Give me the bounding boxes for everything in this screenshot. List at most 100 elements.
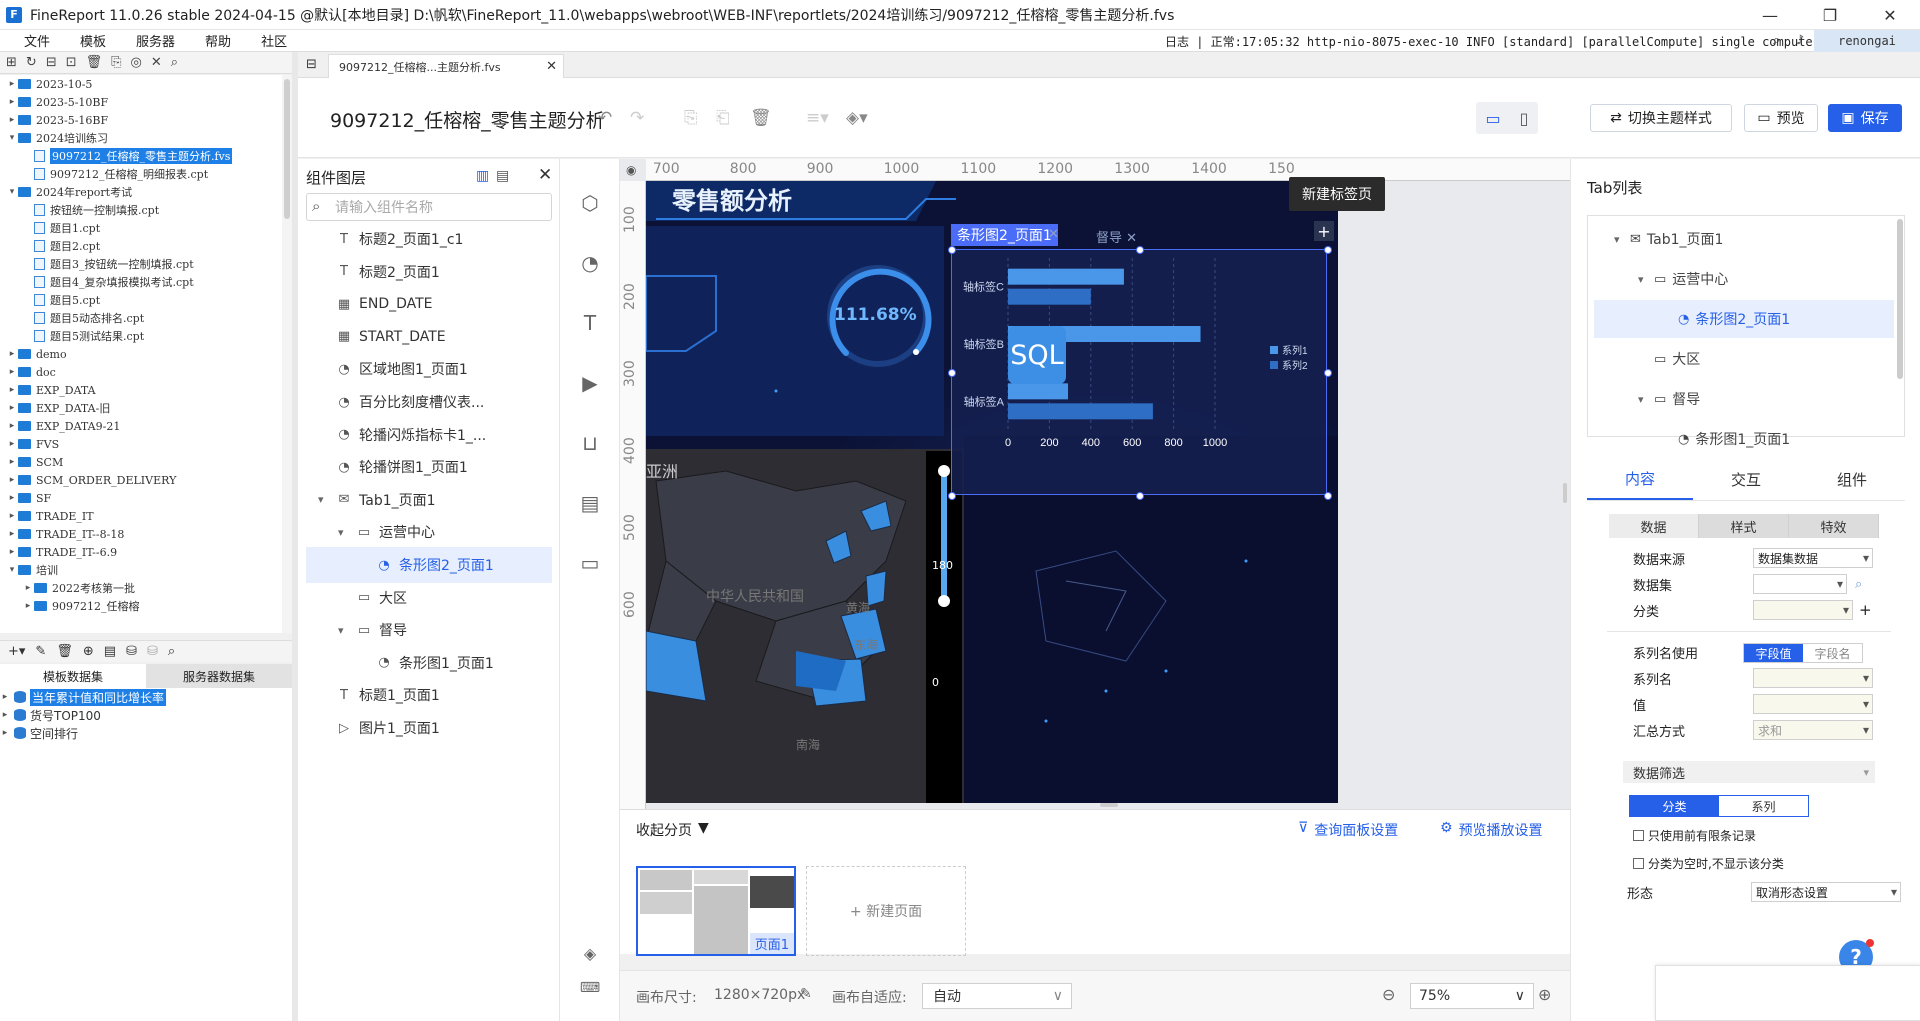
maximize-icon[interactable]: ❐ bbox=[1800, 0, 1860, 30]
preview-button[interactable]: ▭ 预览 bbox=[1744, 104, 1818, 132]
resize-handle[interactable] bbox=[1324, 492, 1332, 500]
tree-expander-icon[interactable]: ▸ bbox=[6, 529, 18, 539]
dashboard-canvas[interactable]: 零售额分析 111.68% 亚洲 中华人民共和国 黄海 东海 南海 180 0 … bbox=[646, 181, 1338, 803]
collapse-icon[interactable]: ✕ bbox=[151, 55, 162, 70]
delete-icon[interactable]: 🗑 bbox=[750, 108, 772, 128]
zoom-out-icon[interactable]: ⊖ bbox=[1382, 985, 1395, 1004]
tab-close-icon[interactable]: ✕ bbox=[1048, 227, 1059, 242]
tree-expander-icon[interactable]: ▸ bbox=[6, 439, 18, 449]
layer-item[interactable]: ◔ 轮播饼图1_页面1 bbox=[306, 449, 552, 485]
resize-handle[interactable] bbox=[1324, 369, 1332, 377]
tab-interaction[interactable]: 交互 bbox=[1693, 459, 1799, 500]
mobile-view-icon[interactable]: ▯ bbox=[1520, 109, 1529, 128]
keyboard-icon[interactable]: ⌨ bbox=[576, 974, 604, 1002]
switch-theme-button[interactable]: ⇄ 切换主题样式 bbox=[1590, 104, 1732, 132]
tree-scrollbar[interactable] bbox=[282, 75, 292, 633]
subtab-effect[interactable]: 特效 bbox=[1789, 514, 1879, 538]
layer-item[interactable]: ◔ 条形图1_页面1 bbox=[306, 645, 552, 681]
desktop-view-icon[interactable]: ▭ bbox=[1486, 109, 1501, 128]
bell-icon[interactable]: ♪ bbox=[1796, 33, 1804, 48]
layer-item[interactable]: T 标题2_页面1_c1 bbox=[306, 221, 552, 257]
cube-icon[interactable]: ⬡ bbox=[576, 189, 604, 217]
tab-tree-item[interactable]: ▾ ▭ 督导 bbox=[1594, 380, 1894, 418]
database-icon[interactable]: ⛁ bbox=[126, 644, 137, 659]
bar[interactable] bbox=[1008, 268, 1124, 285]
tree-expander-icon[interactable]: ▸ bbox=[0, 710, 10, 720]
align-icon[interactable]: ≡▾ bbox=[806, 108, 829, 128]
layer-order-icon[interactable]: ◈▾ bbox=[846, 108, 868, 128]
bar[interactable] bbox=[1008, 288, 1091, 305]
new-folder-icon[interactable]: ⊞ bbox=[6, 55, 17, 70]
resize-handle[interactable] bbox=[948, 492, 956, 500]
tab-tree-item[interactable]: ▾ ▭ 运营中心 bbox=[1594, 260, 1894, 298]
close-icon[interactable]: ✕ bbox=[1860, 0, 1920, 30]
menu-help[interactable]: 帮助 bbox=[190, 31, 246, 50]
page-thumbnail[interactable]: 页面1 bbox=[636, 866, 796, 956]
database-gray-icon[interactable]: ⛁ bbox=[147, 644, 158, 659]
tree-expander-icon[interactable]: ▸ bbox=[6, 457, 18, 467]
filter-series-option[interactable]: 系列 bbox=[1719, 796, 1808, 816]
subtab-data[interactable]: 数据 bbox=[1609, 514, 1699, 538]
log-status[interactable]: 日志 | 正常:17:05:32 http-nio-8075-exec-10 I… bbox=[1165, 30, 1878, 52]
tree-item[interactable]: 题目3_按钮统一控制填报.cpt bbox=[0, 255, 282, 273]
tab-tree-item[interactable]: ▾ ✉ Tab1_页面1 bbox=[1594, 220, 1894, 258]
series-name-select[interactable] bbox=[1753, 668, 1873, 688]
tree-item[interactable]: 题目2.cpt bbox=[0, 237, 282, 255]
tree-expander-icon[interactable]: ▸ bbox=[6, 385, 18, 395]
save-button[interactable]: ▣ 保存 bbox=[1828, 104, 1902, 132]
dataset-select[interactable] bbox=[1753, 574, 1847, 594]
tree-item[interactable]: ▸ FVS bbox=[0, 435, 282, 453]
preview-data-icon[interactable]: ⊕ bbox=[83, 644, 94, 659]
tree-item[interactable]: ▸ 9097212_任榕榕 bbox=[0, 597, 282, 615]
zoom-select[interactable]: 75% ∨ bbox=[1410, 983, 1534, 1009]
tab-list-icon[interactable]: ⊟ bbox=[306, 57, 317, 72]
undo-icon[interactable]: ↶ bbox=[598, 108, 612, 128]
locate-icon[interactable]: ⊡ bbox=[66, 55, 77, 70]
text-icon[interactable]: T bbox=[576, 309, 604, 337]
tree-item[interactable]: ▸ EXP_DATA9-21 bbox=[0, 417, 282, 435]
shape-select[interactable]: 取消形态设置 bbox=[1751, 882, 1901, 902]
tree-item[interactable]: ▸ TRADE_IT--8-18 bbox=[0, 525, 282, 543]
tree-expander-icon[interactable]: ▾ bbox=[6, 133, 18, 143]
tab-inactive-label[interactable]: 督导 ✕ bbox=[1096, 227, 1137, 246]
redo-icon[interactable]: ↷ bbox=[630, 108, 644, 128]
layer-item[interactable]: ▷ 图片1_页面1 bbox=[306, 710, 552, 746]
close-tab-icon[interactable]: ✕ bbox=[546, 59, 557, 74]
aggregate-select[interactable]: 求和 bbox=[1753, 720, 1873, 740]
chart-icon[interactable]: ◔ bbox=[576, 249, 604, 277]
eye-icon[interactable]: ◉ bbox=[626, 163, 636, 177]
menu-file[interactable]: 文件 bbox=[0, 31, 65, 50]
layer-view-alt-icon[interactable]: ▤ bbox=[496, 168, 509, 184]
user-badge[interactable]: renongai bbox=[1814, 30, 1920, 52]
tree-expander-icon[interactable]: ▸ bbox=[6, 493, 18, 503]
tree-item[interactable]: ▸ EXP_DATA bbox=[0, 381, 282, 399]
layers-icon[interactable]: ◈ bbox=[576, 939, 604, 967]
layer-view-icon[interactable]: ▥ bbox=[476, 168, 489, 184]
expand-caret-icon[interactable]: ▾ bbox=[1638, 393, 1654, 406]
tree-item[interactable]: ▾ 2024年report考试 bbox=[0, 183, 282, 201]
tab-component[interactable]: 组件 bbox=[1799, 459, 1905, 500]
tree-expander-icon[interactable]: ▸ bbox=[6, 367, 18, 377]
layer-search-input[interactable]: 请输入组件名称 bbox=[306, 193, 552, 221]
tree-expander-icon[interactable]: ▸ bbox=[6, 97, 18, 107]
only-first-checkbox[interactable]: 只使用前有限条记录 bbox=[1633, 827, 1756, 843]
layer-item[interactable]: ◔ 区域地图1_页面1 bbox=[306, 351, 552, 387]
tab-tree-item[interactable]: ◔ 条形图1_页面1 bbox=[1594, 420, 1894, 458]
tree-item[interactable]: 题目5动态排名.cpt bbox=[0, 309, 282, 327]
collapse-pages-button[interactable]: 收起分页 ▼ bbox=[636, 820, 709, 840]
tree-expander-icon[interactable]: ▸ bbox=[0, 692, 10, 702]
tree-expander-icon[interactable]: ▸ bbox=[6, 511, 18, 521]
selected-widget-label[interactable]: 条形图2_页面1 bbox=[951, 224, 1058, 246]
preview-play-settings[interactable]: ⚙ 预览播放设置 bbox=[1440, 820, 1543, 840]
data-source-select[interactable]: 数据集数据 bbox=[1753, 548, 1873, 568]
value-select[interactable] bbox=[1753, 694, 1873, 714]
paste-icon[interactable]: ⎗ bbox=[716, 108, 730, 128]
dataset-item[interactable]: ▸ 空间排行 bbox=[0, 724, 292, 742]
adapt-select[interactable]: 自动 ∨ bbox=[922, 983, 1072, 1009]
document-tab[interactable]: 9097212_任榕榕...主题分析.fvs ✕ bbox=[328, 54, 564, 78]
search-icon[interactable]: ⌕ bbox=[168, 644, 175, 659]
edit-size-icon[interactable]: ✎ bbox=[800, 986, 812, 1002]
tab-server-datasets[interactable]: 服务器数据集 bbox=[146, 664, 292, 688]
bar[interactable] bbox=[1008, 383, 1069, 400]
canvas-resize-grip[interactable] bbox=[1100, 803, 1118, 807]
